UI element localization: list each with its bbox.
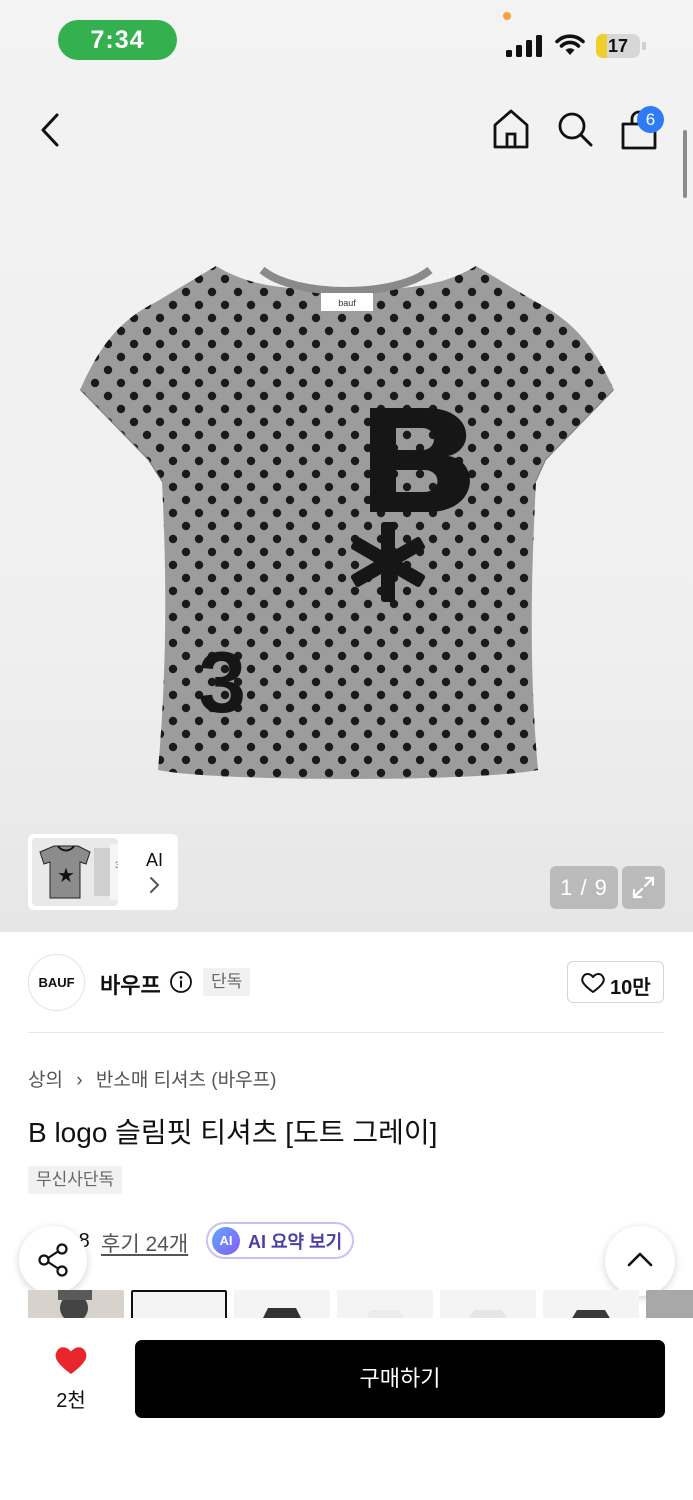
exclusive-tag: 단독 <box>203 968 251 996</box>
expand-icon <box>632 876 655 899</box>
ai-badge-icon: AI <box>212 1226 240 1255</box>
brand-like-count: 10만 <box>610 977 651 999</box>
svg-text:3: 3 <box>115 860 118 870</box>
color-option-swatch-selected[interactable] <box>131 1290 227 1320</box>
info-icon[interactable] <box>169 970 193 994</box>
brand-like-button[interactable]: 10만 <box>567 961 664 1003</box>
bottom-purchase-bar: 2천 구매하기 <box>0 1318 693 1500</box>
ai-style-thumbnail-card[interactable]: ★ 3 AI <box>28 834 178 910</box>
battery-icon: 17 <box>596 34 646 58</box>
ai-summary-button[interactable]: AI AI 요약 보기 <box>206 1222 355 1259</box>
breadcrumb: 상의 › 반소매 티셔츠 (바우프) <box>28 1065 276 1092</box>
svg-text:3: 3 <box>198 635 246 731</box>
color-option-swatch[interactable] <box>234 1290 330 1320</box>
musinsa-exclusive-tag: 무신사단독 <box>28 1166 123 1194</box>
cellular-signal-icon <box>506 35 542 57</box>
chevron-right-icon <box>150 877 160 893</box>
search-icon[interactable] <box>555 108 595 150</box>
brand-name[interactable]: 바우프 <box>100 968 161 1000</box>
back-arrow-icon[interactable] <box>36 112 66 148</box>
wifi-icon <box>555 34 585 55</box>
color-option-swatch[interactable] <box>543 1290 639 1320</box>
buy-button[interactable]: 구매하기 <box>135 1340 665 1418</box>
wishlist-button[interactable]: 2천 <box>40 1344 102 1414</box>
expand-button[interactable] <box>622 866 665 909</box>
ai-label: AI <box>146 850 164 870</box>
chevron-right-icon: › <box>76 1070 83 1091</box>
ai-summary-label: AI 요약 보기 <box>248 1231 343 1252</box>
divider <box>28 1032 664 1033</box>
product-title: B logo 슬림핏 티셔츠 [도트 그레이] <box>28 1117 438 1148</box>
brand-row: BAUF 바우프 단독 10만 <box>0 932 693 1032</box>
privacy-indicator-dot <box>503 12 511 20</box>
color-option-strip <box>28 1290 693 1320</box>
product-gallery[interactable]: 7:34 17 6 bauf 3 ★ 3 AI 1 / 9 <box>0 0 693 932</box>
color-option-swatch[interactable] <box>28 1290 124 1320</box>
image-counter: 1 / 9 <box>550 866 618 909</box>
scroll-indicator <box>683 130 687 198</box>
brand-logo[interactable]: BAUF <box>28 954 85 1011</box>
scroll-to-top-button[interactable] <box>605 1226 675 1296</box>
cart-count-badge: 6 <box>637 106 664 133</box>
breadcrumb-category[interactable]: 상의 <box>28 1070 63 1091</box>
thumbnail-image: ★ 3 <box>32 838 118 906</box>
wishlist-count: 2천 <box>56 1390 86 1412</box>
color-option-swatch[interactable] <box>440 1290 536 1320</box>
heart-filled-icon <box>55 1347 87 1374</box>
svg-text:bauf: bauf <box>338 298 356 308</box>
color-option-swatch[interactable] <box>337 1290 433 1320</box>
status-bar: 7:34 17 <box>0 0 693 80</box>
share-icon <box>38 1243 68 1277</box>
breadcrumb-subcategory[interactable]: 반소매 티셔츠 (바우프) <box>96 1070 277 1091</box>
top-nav <box>0 100 693 160</box>
color-option-swatch[interactable] <box>646 1290 693 1320</box>
battery-percent: 17 <box>607 36 629 56</box>
rating-row: 4.8 후기 24개 AI AI 요약 보기 <box>28 1222 588 1262</box>
share-button[interactable] <box>19 1226 87 1294</box>
product-image[interactable]: bauf 3 <box>76 260 616 780</box>
chevron-up-icon <box>627 1252 653 1267</box>
home-icon[interactable] <box>491 108 531 150</box>
status-time: 7:34 <box>58 20 177 60</box>
svg-text:★: ★ <box>57 865 75 887</box>
heart-outline-icon <box>581 973 605 993</box>
review-count-link[interactable]: 후기 24개 <box>101 1228 188 1258</box>
